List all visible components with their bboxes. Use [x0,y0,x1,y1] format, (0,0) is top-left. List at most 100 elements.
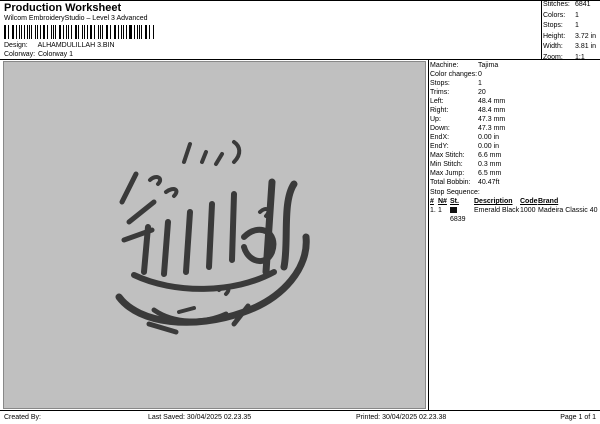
info-row: Total Bobbin: 40.47ft [430,178,600,187]
stroke-alif-2 [161,219,171,277]
info-value: 1 [478,80,482,87]
stop-row: 1. 1 6839 Emerald Black 1000 Madeira Classic … [430,206,600,223]
info-row: EndY: 0.00 in [430,142,600,151]
stroke-top-3 [214,152,224,166]
panel-divider [428,59,429,411]
info-value: 48.4 mm [478,107,506,114]
stroke-dash-1 [177,306,196,314]
stroke-left-1 [119,171,139,205]
col-brand: Brand [538,198,559,205]
barcode-bar [109,25,111,39]
barcode-bar [31,25,33,39]
stats-row: Stops: 1 [543,21,600,32]
footer-page: Page 1 of 1 [560,414,596,421]
barcode-bar [148,25,150,39]
barcode-bar [105,25,107,39]
info-row: Left: 48.4 mm [430,97,600,106]
info-value: 6.5 mm [478,170,502,177]
footer: Created By: Last Saved: 30/04/2025 02.23… [0,411,600,424]
info-panel: Machine: Tajima Color changes: 0 Stops: 1 Trim… [430,61,600,223]
info-key: Max Stitch: [430,152,465,159]
barcode-bar [130,25,132,39]
info-key: Color changes: [430,71,478,78]
stop-code: 1000 [520,207,536,214]
info-value: Tajima [478,62,499,69]
stats-value: 3.72 in [575,32,597,40]
stroke-baseline [131,269,277,292]
stop-stitches: 6839 [450,206,474,223]
footer-created-by: Created By: [4,414,41,421]
barcode-bar [44,25,46,39]
info-value: 48.4 mm [478,98,506,105]
design-preview [3,61,426,409]
info-key: Max Jump: [430,170,465,177]
info-row: Max Jump: 6.5 mm [430,169,600,178]
barcode-bar [62,25,64,39]
stroke-left-2 [126,199,157,225]
design-label: Design: [4,42,28,49]
barcode-bar [47,25,49,39]
stop-index: 1. [430,207,436,214]
barcode-bar [83,25,85,39]
barcode-bar [36,25,38,39]
barcode-bar [70,25,72,39]
info-key: Trims: [430,89,450,96]
stats-row: Height: 3.72 in [543,32,600,43]
software-subtitle: Wilcom EmbroideryStudio – Level 3 Advanc… [4,15,148,22]
info-value: 0.3 mm [478,161,502,168]
stats-row: Width: 3.81 in [543,42,600,53]
colorway-value: Colorway 1 [37,51,73,58]
info-row: EndX: 0.00 in [430,133,600,142]
info-row: Up: 47.3 mm [430,115,600,124]
col-needle: N# [438,198,447,205]
info-key: Up: [430,116,441,123]
page-title: Production Worksheet [4,2,122,14]
stop-needle: 1 [438,207,442,214]
top-border [0,0,600,1]
stroke-mark-1 [164,187,179,198]
info-value: 47.3 mm [478,116,506,123]
stats-key: Stops: [543,22,563,29]
stats-key: Colors: [543,11,566,19]
stop-sequence-rows: 1. 1 6839 Emerald Black 1000 Madeira Classic … [430,206,600,223]
info-key: Machine: [430,62,459,69]
machine-info: Machine: Tajima Color changes: 0 Stops: 1 Trim… [430,61,600,187]
info-key: EndX: [430,134,450,141]
stroke-top-2 [200,150,208,164]
stats-row: Stitches: 6841 [543,0,600,11]
info-value: 6.6 mm [478,152,502,159]
info-row: Trims: 20 [430,88,600,97]
design-meta: Design: ALHAMDULILLAH 3.BIN [4,42,115,49]
info-row: Stops: 1 [430,79,600,88]
barcode-bar [23,25,25,39]
stroke-alif-4 [206,201,215,270]
stop-description: Emerald Black [474,207,520,214]
stroke-top-1 [182,142,192,164]
stop-sequence-title: Stop Sequence: [430,189,480,196]
stats-key: Stitches: [543,1,570,8]
stroke-mark-2 [148,175,163,186]
stats-value: 1 [575,11,579,19]
info-key: Stops: [430,80,450,87]
stats-value: 1 [575,22,579,29]
stroke-alif-5 [229,191,237,263]
barcode-bar [81,25,83,39]
thread-swatch [450,207,457,214]
stop-stitch-count: 6839 [450,216,466,223]
stats-key: Height: [543,32,566,40]
stop-brand: Madeira Classic 40 [538,207,598,214]
stop-sequence-header: # N# St. Description Code Brand [430,197,600,206]
stats-divider [541,0,542,60]
barcode-bar [12,25,15,39]
barcode-bar [91,25,93,39]
stats-row: Colors: 1 [543,11,600,22]
info-row: Down: 47.3 mm [430,124,600,133]
barcode-bar [141,25,142,39]
info-row: Machine: Tajima [430,61,600,70]
stats-value: 6841 [575,1,591,8]
stroke-tall-2 [280,180,298,271]
info-value: 0 [478,71,482,78]
barcode-bar [114,25,117,39]
barcode [4,25,154,39]
design-value: ALHAMDULILLAH 3.BIN [37,42,115,49]
